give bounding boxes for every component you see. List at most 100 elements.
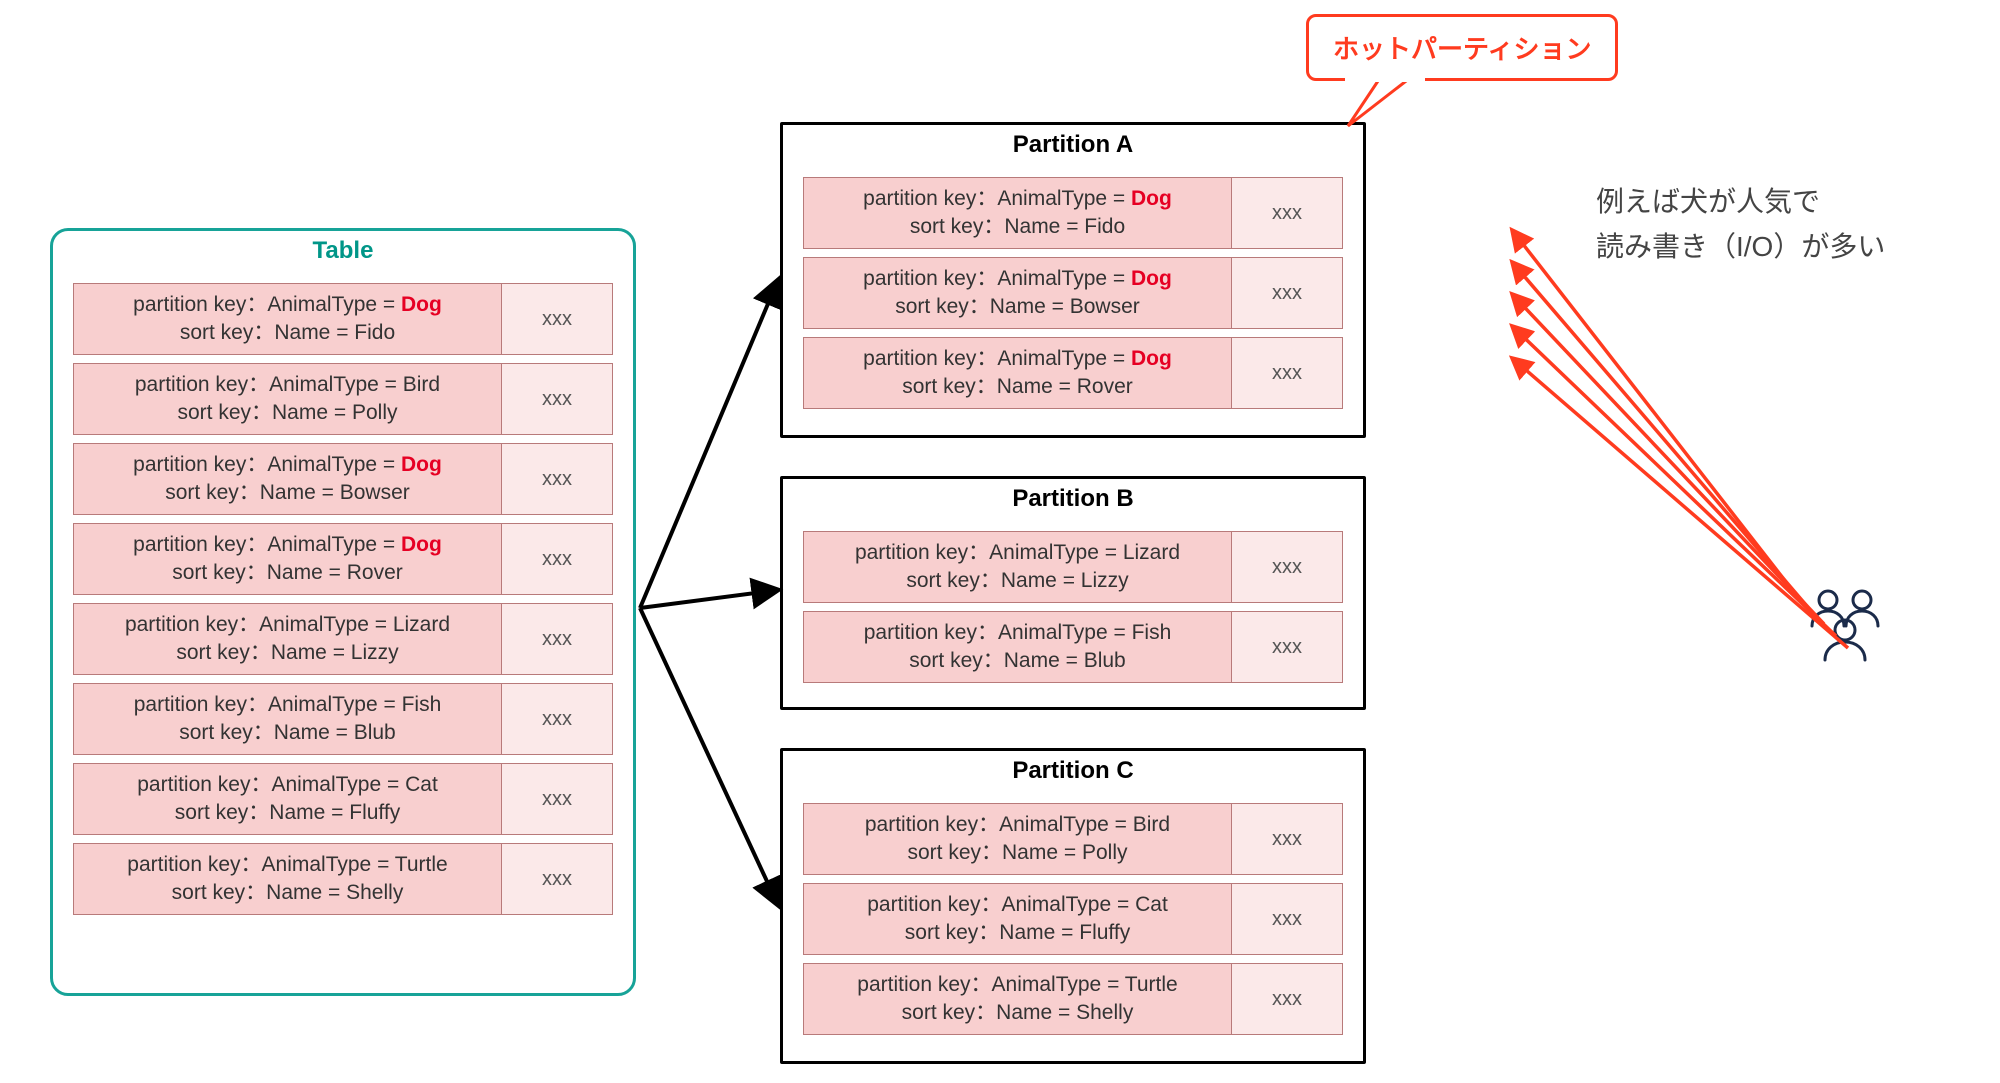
partition-a-partition-key: partition key：AnimalType = Dog: [863, 265, 1172, 293]
side-annotation-line2: 読み書き（I/O）が多い: [1596, 225, 1885, 270]
table-partition-key: partition key：AnimalType = Fish: [134, 691, 442, 719]
table-value: xxx: [502, 844, 612, 914]
partition-b-partition-key: partition key：AnimalType = Lizard: [855, 539, 1180, 567]
partition-c-sort-key: sort key：Name = Polly: [908, 839, 1128, 867]
table-sort-key: sort key：Name = Bowser: [165, 479, 410, 507]
partition-a-container: Partition A partition key：AnimalType = D…: [780, 122, 1366, 438]
hot-partition-callout: ホットパーティション: [1306, 14, 1618, 81]
partition-c-title: Partition C: [783, 751, 1363, 795]
table-value: xxx: [502, 444, 612, 514]
table-rows: partition key：AnimalType = Dogsort key：N…: [53, 283, 633, 915]
table-keycell: partition key：AnimalType = Turtlesort ke…: [74, 844, 502, 914]
table-value: xxx: [502, 284, 612, 354]
table-sort-key: sort key：Name = Rover: [172, 559, 403, 587]
partition-c-partition-key: partition key：AnimalType = Bird: [865, 811, 1170, 839]
table-keycell: partition key：AnimalType = Catsort key：N…: [74, 764, 502, 834]
partition-b-partition-key: partition key：AnimalType = Fish: [864, 619, 1172, 647]
partition-c-row: partition key：AnimalType = Catsort key：N…: [803, 883, 1343, 955]
partition-c-value: xxx: [1232, 804, 1342, 874]
table-partition-key: partition key：AnimalType = Cat: [137, 771, 438, 799]
partition-a-value: xxx: [1232, 258, 1342, 328]
partition-b-sort-key: sort key：Name = Lizzy: [906, 567, 1128, 595]
partition-a-keycell: partition key：AnimalType = Dogsort key：N…: [804, 338, 1232, 408]
table-row: partition key：AnimalType = Birdsort key：…: [73, 363, 613, 435]
partition-a-value: xxx: [1232, 338, 1342, 408]
partition-b-rows: partition key：AnimalType = Lizardsort ke…: [783, 531, 1363, 683]
partition-a-sort-key: sort key：Name = Rover: [902, 373, 1133, 401]
partition-b-title: Partition B: [783, 479, 1363, 523]
table-row: partition key：AnimalType = Dogsort key：N…: [73, 443, 613, 515]
distribution-arrows: [640, 280, 778, 905]
table-sort-key: sort key：Name = Fluffy: [175, 799, 400, 827]
table-keycell: partition key：AnimalType = Dogsort key：N…: [74, 284, 502, 354]
side-annotation: 例えば犬が人気で 読み書き（I/O）が多い: [1596, 180, 1885, 270]
partition-a-row: partition key：AnimalType = Dogsort key：N…: [803, 177, 1343, 249]
table-keycell: partition key：AnimalType = Dogsort key：N…: [74, 444, 502, 514]
table-sort-key: sort key：Name = Shelly: [172, 879, 404, 907]
io-arrows: [1512, 230, 1848, 648]
partition-c-sort-key: sort key：Name = Shelly: [902, 999, 1134, 1027]
table-keycell: partition key：AnimalType = Birdsort key：…: [74, 364, 502, 434]
table-partition-key: partition key：AnimalType = Dog: [133, 531, 442, 559]
table-row: partition key：AnimalType = Catsort key：N…: [73, 763, 613, 835]
partition-b-keycell: partition key：AnimalType = Fishsort key：…: [804, 612, 1232, 682]
partition-c-sort-key: sort key：Name = Fluffy: [905, 919, 1130, 947]
table-value: xxx: [502, 764, 612, 834]
table-row: partition key：AnimalType = Dogsort key：N…: [73, 283, 613, 355]
partition-a-rows: partition key：AnimalType = Dogsort key：N…: [783, 177, 1363, 409]
table-keycell: partition key：AnimalType = Fishsort key：…: [74, 684, 502, 754]
table-keycell: partition key：AnimalType = Dogsort key：N…: [74, 524, 502, 594]
partition-b-container: Partition B partition key：AnimalType = L…: [780, 476, 1366, 710]
partition-c-row: partition key：AnimalType = Turtlesort ke…: [803, 963, 1343, 1035]
partition-a-sort-key: sort key：Name = Fido: [910, 213, 1125, 241]
partition-a-keycell: partition key：AnimalType = Dogsort key：N…: [804, 178, 1232, 248]
partition-c-value: xxx: [1232, 964, 1342, 1034]
partition-c-keycell: partition key：AnimalType = Birdsort key：…: [804, 804, 1232, 874]
callout-tail: [1348, 78, 1410, 126]
partition-b-value: xxx: [1232, 532, 1342, 602]
partition-a-sort-key: sort key：Name = Bowser: [895, 293, 1140, 321]
partition-a-row: partition key：AnimalType = Dogsort key：N…: [803, 257, 1343, 329]
table-row: partition key：AnimalType = Dogsort key：N…: [73, 523, 613, 595]
partition-b-row: partition key：AnimalType = Fishsort key：…: [803, 611, 1343, 683]
table-sort-key: sort key：Name = Blub: [179, 719, 396, 747]
side-annotation-line1: 例えば犬が人気で: [1596, 180, 1885, 225]
table-value: xxx: [502, 604, 612, 674]
table-title: Table: [53, 231, 633, 275]
table-partition-key: partition key：AnimalType = Dog: [133, 451, 442, 479]
partition-a-row: partition key：AnimalType = Dogsort key：N…: [803, 337, 1343, 409]
partition-b-value: xxx: [1232, 612, 1342, 682]
users-icon: [1800, 586, 1890, 669]
partition-c-keycell: partition key：AnimalType = Catsort key：N…: [804, 884, 1232, 954]
partition-b-row: partition key：AnimalType = Lizardsort ke…: [803, 531, 1343, 603]
table-value: xxx: [502, 524, 612, 594]
table-partition-key: partition key：AnimalType = Bird: [135, 371, 440, 399]
table-keycell: partition key：AnimalType = Lizardsort ke…: [74, 604, 502, 674]
table-row: partition key：AnimalType = Lizardsort ke…: [73, 603, 613, 675]
table-partition-key: partition key：AnimalType = Turtle: [127, 851, 447, 879]
table-value: xxx: [502, 684, 612, 754]
partition-c-rows: partition key：AnimalType = Birdsort key：…: [783, 803, 1363, 1035]
partition-a-keycell: partition key：AnimalType = Dogsort key：N…: [804, 258, 1232, 328]
partition-b-keycell: partition key：AnimalType = Lizardsort ke…: [804, 532, 1232, 602]
table-partition-key: partition key：AnimalType = Lizard: [125, 611, 450, 639]
partition-b-sort-key: sort key：Name = Blub: [909, 647, 1126, 675]
partition-a-partition-key: partition key：AnimalType = Dog: [863, 345, 1172, 373]
partition-c-row: partition key：AnimalType = Birdsort key：…: [803, 803, 1343, 875]
table-row: partition key：AnimalType = Turtlesort ke…: [73, 843, 613, 915]
table-sort-key: sort key：Name = Lizzy: [176, 639, 398, 667]
partition-c-value: xxx: [1232, 884, 1342, 954]
table-value: xxx: [502, 364, 612, 434]
table-sort-key: sort key：Name = Fido: [180, 319, 395, 347]
partition-a-title: Partition A: [783, 125, 1363, 169]
partition-a-partition-key: partition key：AnimalType = Dog: [863, 185, 1172, 213]
partition-c-keycell: partition key：AnimalType = Turtlesort ke…: [804, 964, 1232, 1034]
partition-c-partition-key: partition key：AnimalType = Turtle: [857, 971, 1177, 999]
table-container: Table partition key：AnimalType = Dogsort…: [50, 228, 636, 996]
partition-a-value: xxx: [1232, 178, 1342, 248]
partition-c-partition-key: partition key：AnimalType = Cat: [867, 891, 1168, 919]
table-row: partition key：AnimalType = Fishsort key：…: [73, 683, 613, 755]
table-partition-key: partition key：AnimalType = Dog: [133, 291, 442, 319]
table-sort-key: sort key：Name = Polly: [178, 399, 398, 427]
partition-c-container: Partition C partition key：AnimalType = B…: [780, 748, 1366, 1064]
